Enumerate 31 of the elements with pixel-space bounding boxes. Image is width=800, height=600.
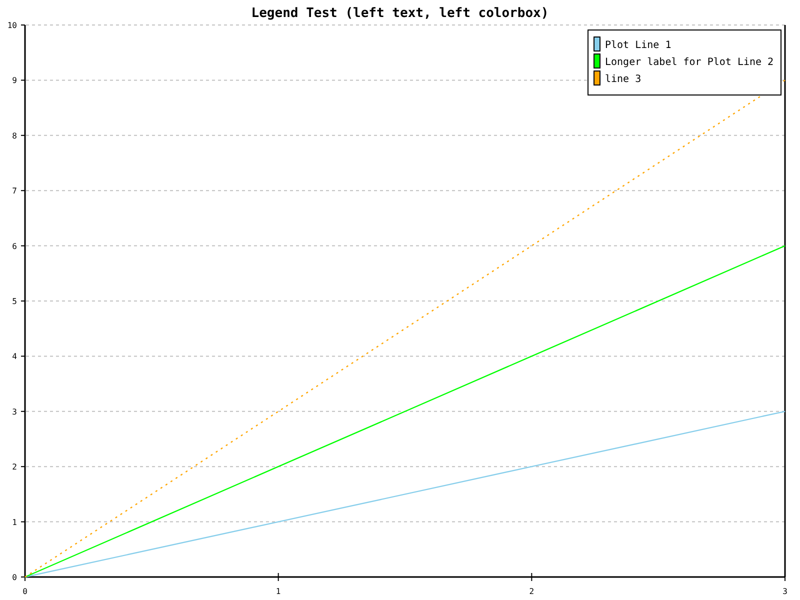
tick-mark [20, 466, 26, 468]
tick-mark [20, 245, 26, 246]
chart-title: Legend Test (left text, left colorbox) [251, 6, 549, 21]
y-tick-label: 8 [12, 131, 17, 140]
tick-mark [20, 356, 26, 357]
tick-mark [531, 572, 532, 582]
legend-label: Plot Line 1 [605, 40, 672, 51]
tick-mark [20, 24, 26, 26]
y-tick-label: 9 [12, 76, 17, 86]
legend-label: line 3 [605, 74, 642, 85]
y-tick-label: 7 [12, 186, 17, 196]
y-tick-label: 1 [12, 518, 17, 527]
tick-mark [20, 410, 26, 412]
x-tick-label: 1 [276, 587, 281, 596]
y-tick-label: 5 [12, 297, 17, 306]
y-tick-label: 2 [12, 462, 17, 472]
legend-label: Longer label for Plot Line 2 [605, 57, 774, 68]
y-tick-label: 4 [12, 352, 17, 362]
tick-mark [20, 134, 26, 136]
tick-mark [278, 572, 279, 582]
x-tick-label: 2 [529, 587, 534, 596]
tick-mark [20, 80, 26, 81]
tick-mark [20, 521, 26, 522]
y-tick-label: 6 [12, 242, 17, 251]
y-tick-label: 0 [12, 573, 17, 582]
y-tick-label: 10 [7, 21, 17, 30]
x-tick-label: 3 [782, 587, 788, 596]
x-tick-label: 0 [22, 587, 28, 596]
tick-mark [20, 300, 26, 302]
y-tick-label: 3 [12, 407, 17, 416]
tick-mark [20, 190, 26, 192]
